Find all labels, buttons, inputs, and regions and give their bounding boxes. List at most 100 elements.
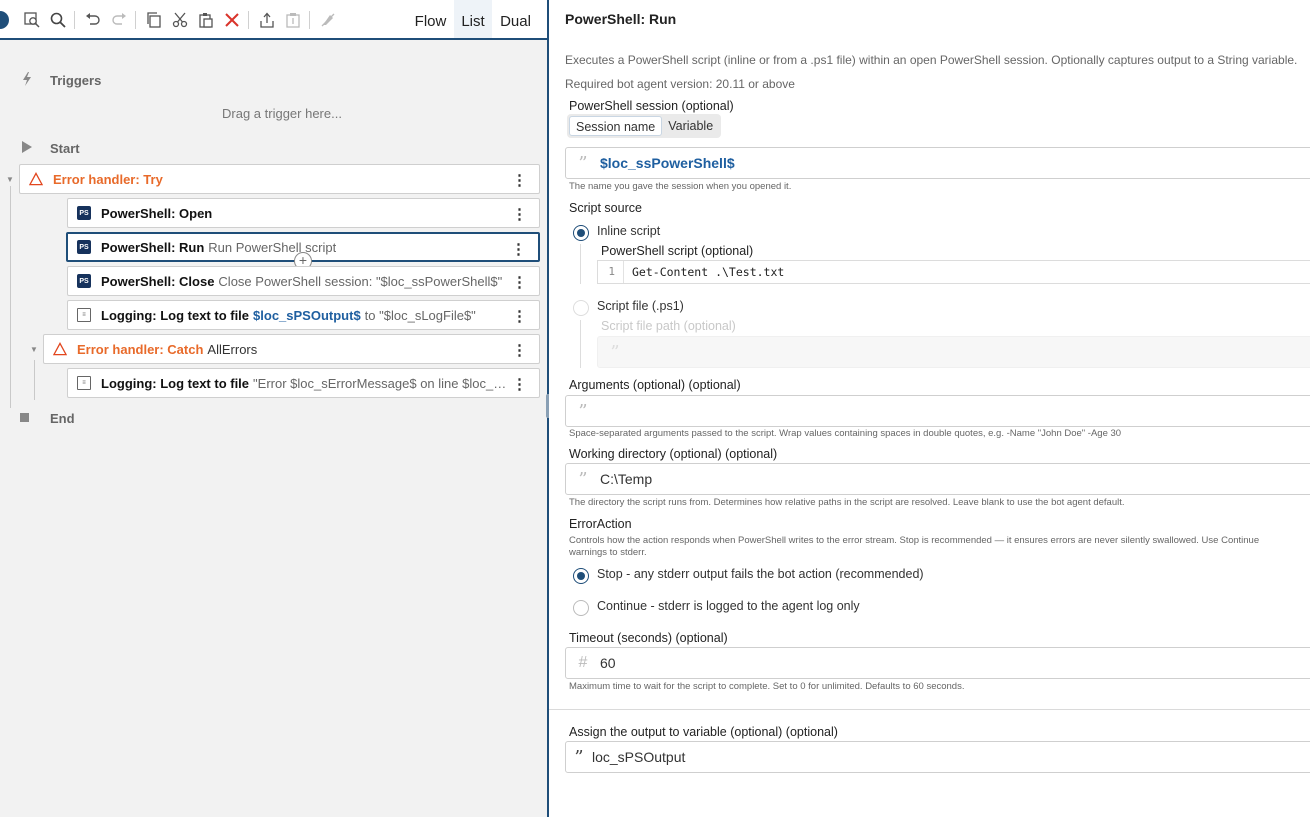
collapse-caret-icon[interactable]: ▼ <box>30 345 38 354</box>
output-variable-field[interactable]: ” loc_sPSOutput <box>565 741 1310 773</box>
action-powershell-close[interactable]: PS PowerShell: Close Close PowerShell se… <box>67 266 540 296</box>
action-title: Logging: Log text to file <box>101 307 250 323</box>
more-options-icon[interactable]: ⋮ <box>511 240 526 258</box>
action-log-error[interactable]: ≡ Logging: Log text to file "Error $loc_… <box>67 368 540 398</box>
import-icon[interactable] <box>283 10 303 30</box>
tree-guide-line <box>10 186 11 408</box>
timeout-hint: Maximum time to wait for the script to c… <box>569 681 965 692</box>
workdir-value: C:\Temp <box>600 471 653 487</box>
inline-script-label: Inline script <box>597 224 661 238</box>
paste-icon[interactable] <box>196 10 216 30</box>
action-title: PowerShell: Close <box>101 273 215 289</box>
session-hint: The name you gave the session when you o… <box>569 181 792 192</box>
error-handler-catch-title: Error handler: Catch <box>77 341 204 357</box>
script-file-path-label: Script file path (optional) <box>601 319 736 333</box>
drag-trigger-hint: Drag a trigger here... <box>222 106 342 121</box>
undo-icon[interactable] <box>83 10 103 30</box>
more-options-icon[interactable]: ⋮ <box>512 171 527 189</box>
redo-icon[interactable] <box>109 10 129 30</box>
more-options-icon[interactable]: ⋮ <box>512 205 527 223</box>
zoom-to-fit-icon[interactable] <box>22 10 42 30</box>
more-options-icon[interactable]: ⋮ <box>512 307 527 325</box>
export-icon[interactable] <box>257 10 277 30</box>
session-label: PowerShell session (optional) <box>569 99 734 113</box>
more-options-icon[interactable]: ⋮ <box>512 273 527 291</box>
search-icon[interactable] <box>48 10 68 30</box>
flow-canvas: Triggers Drag a trigger here... Start ▼ … <box>0 42 547 817</box>
start-label: Start <box>50 141 80 156</box>
script-file-label: Script file (.ps1) <box>597 299 684 313</box>
text-quote-icon: ” <box>578 468 588 490</box>
arguments-label: Arguments (optional) (optional) <box>569 378 741 392</box>
text-quote-icon: ” <box>578 400 588 422</box>
radio-script-file[interactable] <box>573 300 589 316</box>
powershell-icon: PS <box>77 274 91 288</box>
indent-guide <box>580 244 581 284</box>
workdir-label: Working directory (optional) (optional) <box>569 447 778 461</box>
script-source-label: Script source <box>569 201 642 215</box>
session-mode-name[interactable]: Session name <box>569 116 663 136</box>
more-options-icon[interactable]: ⋮ <box>512 341 527 359</box>
tab-flow[interactable]: Flow <box>407 0 454 40</box>
action-description: Run PowerShell script <box>208 239 337 255</box>
session-mode-variable[interactable]: Variable <box>662 116 719 136</box>
warning-icon <box>53 342 67 356</box>
workdir-field[interactable]: ” C:\Temp <box>565 463 1310 495</box>
end-label: End <box>50 411 75 426</box>
text-quote-icon: ” <box>578 152 588 174</box>
script-file-path-field[interactable]: ” <box>597 336 1310 368</box>
erroraction-hint-cont: warnings to stderr. <box>569 547 647 558</box>
timeout-label: Timeout (seconds) (optional) <box>569 631 728 645</box>
action-variable: $loc_sPSOutput$ <box>253 307 361 323</box>
agent-version: Required bot agent version: 20.11 or abo… <box>565 77 795 91</box>
error-handler-try[interactable]: Error handler: Try ⋮ <box>19 164 540 194</box>
collapse-caret-icon[interactable]: ▼ <box>6 175 14 184</box>
session-name-value: $loc_ssPowerShell$ <box>600 155 735 171</box>
output-variable-value: loc_sPSOutput <box>592 749 686 765</box>
delete-icon[interactable] <box>222 10 242 30</box>
script-code: Get-Content .\Test.txt <box>632 265 785 279</box>
tab-dual[interactable]: Dual <box>493 0 538 40</box>
output-label: Assign the output to variable (optional)… <box>569 725 838 739</box>
error-handler-catch-desc: AllErrors <box>207 341 258 357</box>
radio-continue[interactable] <box>573 600 589 616</box>
copy-icon[interactable] <box>144 10 164 30</box>
script-editor[interactable]: 1 Get-Content .\Test.txt <box>597 260 1310 284</box>
triggers-label: Triggers <box>50 73 102 88</box>
tree-guide-line <box>34 360 35 400</box>
powershell-icon: PS <box>77 240 91 254</box>
lightning-icon <box>22 72 32 89</box>
action-title: PowerShell: Open <box>101 205 213 221</box>
action-title: Logging: Log text to file <box>101 375 250 391</box>
disable-icon[interactable] <box>318 10 338 30</box>
action-powershell-open[interactable]: PS PowerShell: Open ⋮ <box>67 198 540 228</box>
session-name-field[interactable]: ” $loc_ssPowerShell$ <box>565 147 1310 179</box>
tab-list[interactable]: List <box>454 0 492 40</box>
log-file-icon: ≡ <box>77 308 91 322</box>
properties-panel: PowerShell: Run Executes a PowerShell sc… <box>549 0 1310 817</box>
stop-icon <box>20 413 29 422</box>
erroraction-hint: Controls how the action responds when Po… <box>569 535 1260 546</box>
flow-toolbar: Flow List Dual <box>0 0 547 40</box>
more-options-icon[interactable]: ⋮ <box>512 375 527 393</box>
timeout-value: 60 <box>600 655 616 671</box>
error-handler-catch[interactable]: Error handler: Catch AllErrors ⋮ <box>43 334 540 364</box>
indent-guide <box>580 320 581 368</box>
flow-pane: Flow List Dual Triggers Drag a trigger h… <box>0 0 549 817</box>
number-hash-icon: # <box>578 654 588 671</box>
play-icon <box>22 141 32 156</box>
cut-icon[interactable] <box>170 10 190 30</box>
arguments-field[interactable]: ” <box>565 395 1310 427</box>
script-label: PowerShell script (optional) <box>601 244 754 258</box>
warning-icon <box>29 172 43 186</box>
collapse-toggle-icon[interactable] <box>0 11 9 29</box>
action-title: PowerShell: Run <box>101 239 205 255</box>
stop-label: Stop - any stderr output fails the bot a… <box>597 567 924 581</box>
action-log-output[interactable]: ≡ Logging: Log text to file $loc_sPSOutp… <box>67 300 540 330</box>
line-number: 1 <box>598 261 624 283</box>
log-file-icon: ≡ <box>77 376 91 390</box>
continue-label: Continue - stderr is logged to the agent… <box>597 599 860 613</box>
radio-stop[interactable] <box>573 568 589 584</box>
radio-inline-script[interactable] <box>573 225 589 241</box>
timeout-field[interactable]: # 60 <box>565 647 1310 679</box>
